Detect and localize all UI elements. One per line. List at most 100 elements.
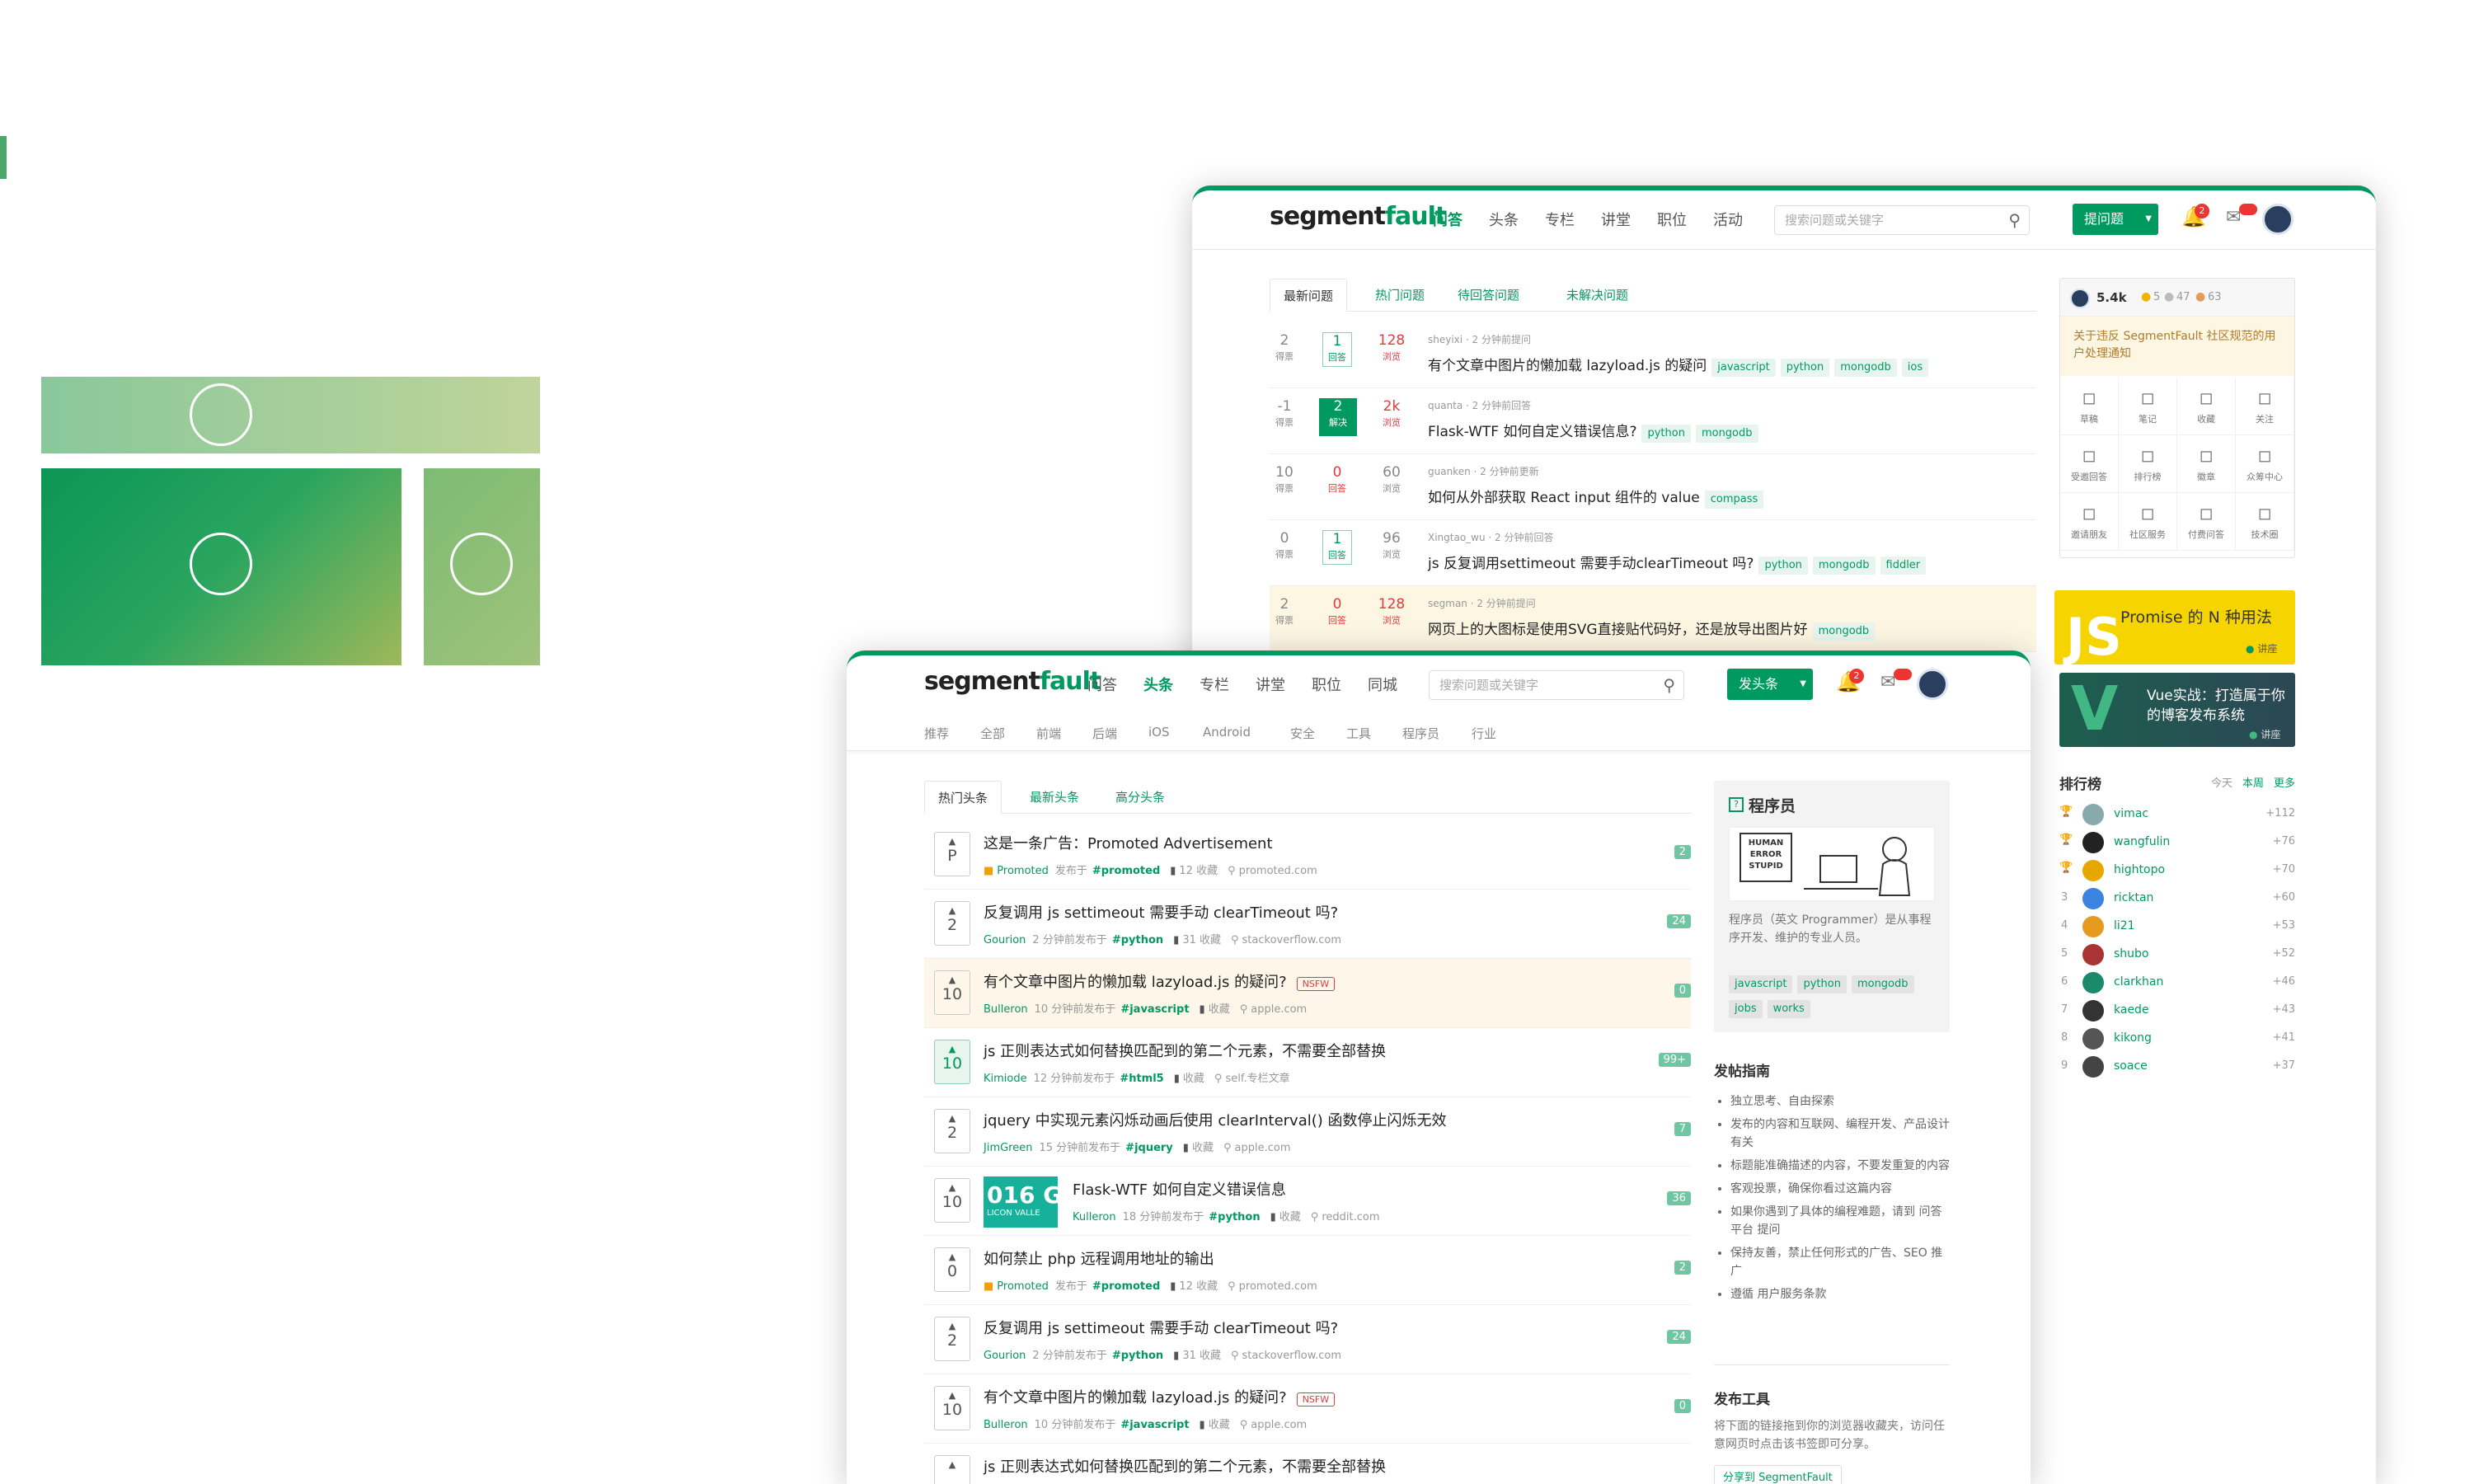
- feed-author[interactable]: Kulleron: [1073, 1211, 1116, 1223]
- feed-author[interactable]: Bulleron: [984, 1003, 1028, 1016]
- rank-filter[interactable]: 本周: [2242, 777, 2264, 790]
- profile-action[interactable]: ◻ 草稿: [2060, 378, 2119, 435]
- question-row[interactable]: 2 得票 1 回答 128 浏览 sheyixi · 2 分钟前提问 有个文章中图片的懒加载 …: [1270, 322, 2036, 388]
- rank-row[interactable]: 8 kikong +41: [2059, 1026, 2295, 1051]
- tag[interactable]: compass: [1704, 491, 1764, 509]
- tag[interactable]: jobs: [1729, 1000, 1763, 1018]
- vote-box[interactable]: ▲ 0: [934, 1247, 970, 1292]
- tag[interactable]: works: [1767, 1000, 1810, 1018]
- profile-action[interactable]: ◻ 笔记: [2119, 378, 2177, 435]
- vote-box[interactable]: ▲ 2: [934, 901, 970, 946]
- rank-row[interactable]: 7 kaede +43: [2059, 998, 2295, 1023]
- tab-0[interactable]: 最新问题: [1270, 279, 1348, 312]
- tag[interactable]: javascript: [1729, 975, 1793, 993]
- nav-item[interactable]: 头条: [1143, 674, 1173, 695]
- vote-box[interactable]: ▲ 10: [934, 1178, 970, 1223]
- feed-author[interactable]: Gourion: [984, 1350, 1026, 1362]
- feed-author[interactable]: JimGreen: [984, 1142, 1032, 1154]
- promo-card-js[interactable]: JS Promise 的 N 种用法 ● 讲座: [2054, 590, 2295, 665]
- category-item[interactable]: 行业: [1472, 725, 1496, 742]
- feed-author[interactable]: Kimiode: [984, 1073, 1027, 1085]
- rank-user[interactable]: ricktan: [2114, 891, 2153, 904]
- logo[interactable]: segmentfault: [1270, 202, 1447, 231]
- feed-source[interactable]: self.专栏文章: [1225, 1073, 1289, 1085]
- bookmark-icon[interactable]: ▮: [1174, 1073, 1180, 1085]
- tag[interactable]: mongodb: [1812, 622, 1876, 641]
- comment-count[interactable]: 24: [1667, 914, 1691, 928]
- feed-source[interactable]: reddit.com: [1322, 1211, 1379, 1223]
- nav-item[interactable]: 讲堂: [1256, 674, 1285, 695]
- rank-row[interactable]: 4 li21 +53: [2059, 914, 2295, 939]
- profile-action[interactable]: ◻ 收藏: [2177, 378, 2236, 435]
- tag[interactable]: fiddler: [1880, 556, 1927, 575]
- feed-title[interactable]: 有个文章中图片的懒加载 lazyload.js 的疑问? NSFW: [984, 1386, 1336, 1407]
- user-avatar[interactable]: [2070, 289, 2090, 308]
- comment-count[interactable]: 0: [1674, 1399, 1691, 1413]
- logo[interactable]: segmentfault: [924, 667, 1101, 696]
- nav-item[interactable]: 专栏: [1545, 209, 1575, 230]
- rank-row[interactable]: 🏆 vimac +112: [2059, 802, 2295, 827]
- tag[interactable]: python: [1780, 359, 1830, 377]
- category-item[interactable]: 程序员: [1402, 725, 1439, 742]
- feed-row[interactable]: ▲10 016 GrLICON VALLE Flask-WTF 如何自定义错误信息 K…: [924, 1167, 1691, 1236]
- feed-row[interactable]: ▲ js 正则表达式如何替换匹配到的第二个元素，不需要全部替换: [924, 1444, 1691, 1484]
- feed-author[interactable]: Promoted: [997, 1280, 1049, 1293]
- tab-2[interactable]: 高分头条: [1102, 781, 1178, 814]
- upvote-icon[interactable]: ▲: [935, 1390, 970, 1401]
- feed-author[interactable]: Promoted: [997, 865, 1049, 877]
- feed-fav[interactable]: 12 收藏: [1179, 1280, 1218, 1293]
- avatar[interactable]: [2262, 204, 2294, 235]
- question-title[interactable]: Flask-WTF 如何自定义错误信息? python mongodb: [1428, 420, 1758, 443]
- feed-row[interactable]: ▲ 2 jquery 中实现元素闪烁动画后使用 clearInterval() 函数…: [924, 1097, 1691, 1167]
- feed-tag[interactable]: #python: [1112, 1350, 1163, 1362]
- profile-action[interactable]: ◻ 众筹中心: [2236, 435, 2294, 493]
- category-item[interactable]: 全部: [980, 725, 1005, 742]
- feed-fav[interactable]: 收藏: [1183, 1073, 1204, 1085]
- tab-1[interactable]: 最新头条: [1016, 781, 1092, 814]
- upvote-icon[interactable]: ▲: [935, 1182, 970, 1193]
- question-row[interactable]: 10 得票 0 回答 60 浏览 guanken · 2 分钟前更新 如何从外部获取 Reac…: [1270, 454, 2036, 520]
- feed-fav[interactable]: 31 收藏: [1182, 934, 1221, 946]
- chevron-down-icon[interactable]: ▼: [1800, 669, 1806, 700]
- nav-item[interactable]: 问答: [1433, 209, 1463, 230]
- feed-tag[interactable]: #python: [1209, 1211, 1260, 1223]
- rank-user[interactable]: soace: [2114, 1059, 2148, 1073]
- profile-action[interactable]: ◻ 付费问答: [2177, 493, 2236, 551]
- feed-row[interactable]: ▲ 0 如何禁止 php 远程调用地址的输出 ■ Promoted 发布于 #promote…: [924, 1236, 1691, 1305]
- feed-title[interactable]: 反复调用 js settimeout 需要手动 clearTimeout 吗?: [984, 1317, 1338, 1338]
- rank-user[interactable]: kikong: [2114, 1031, 2152, 1045]
- feed-fav[interactable]: 收藏: [1192, 1142, 1214, 1154]
- comment-count[interactable]: 2: [1674, 1261, 1691, 1275]
- nav-item[interactable]: 头条: [1489, 209, 1519, 230]
- profile-action[interactable]: ◻ 社区服务: [2119, 493, 2177, 551]
- rank-user[interactable]: vimac: [2114, 807, 2148, 820]
- profile-action[interactable]: ◻ 邀请朋友: [2060, 493, 2119, 551]
- rank-row[interactable]: 5 shubo +52: [2059, 942, 2295, 967]
- upvote-icon[interactable]: ▲: [935, 1044, 970, 1054]
- vote-box[interactable]: ▲ 2: [934, 1109, 970, 1153]
- promo-card-vue[interactable]: V Vue实战：打造属于你的博客发布系统 ● 讲座: [2059, 673, 2295, 747]
- search-input[interactable]: 搜索问题或关键字 ⚲: [1429, 670, 1684, 700]
- question-title[interactable]: 网页上的大图标是使用SVG直接贴代码好，还是放导出图片好 mongodb: [1428, 618, 1876, 641]
- avatar[interactable]: [1917, 669, 1948, 700]
- rank-user[interactable]: hightopo: [2114, 863, 2165, 876]
- search-icon[interactable]: ⚲: [1663, 671, 1675, 699]
- category-item[interactable]: 推荐: [924, 725, 949, 742]
- feed-tag[interactable]: #python: [1112, 934, 1163, 946]
- vote-box[interactable]: ▲ 10: [934, 1040, 970, 1084]
- bookmark-icon[interactable]: ▮: [1200, 1003, 1205, 1016]
- category-item[interactable]: 安全: [1290, 725, 1315, 742]
- upvote-icon[interactable]: ▲: [935, 1321, 970, 1331]
- feed-row[interactable]: ▲ 10 js 正则表达式如何替换匹配到的第二个元素，不需要全部替换 Kimiode 1…: [924, 1028, 1691, 1097]
- tab-3[interactable]: 未解决问题: [1553, 279, 1641, 312]
- feed-tag[interactable]: #jquery: [1125, 1142, 1173, 1154]
- tag[interactable]: ios: [1901, 359, 1929, 377]
- feed-fav[interactable]: 收藏: [1209, 1003, 1230, 1016]
- tab-2[interactable]: 待回答问题: [1444, 279, 1533, 312]
- feed-source[interactable]: promoted.com: [1239, 865, 1317, 877]
- feed-source[interactable]: apple.com: [1235, 1142, 1291, 1154]
- category-item[interactable]: 前端: [1036, 725, 1061, 742]
- nav-item[interactable]: 职位: [1312, 674, 1341, 695]
- nav-item[interactable]: 问答: [1087, 674, 1117, 695]
- feed-source[interactable]: promoted.com: [1239, 1280, 1317, 1293]
